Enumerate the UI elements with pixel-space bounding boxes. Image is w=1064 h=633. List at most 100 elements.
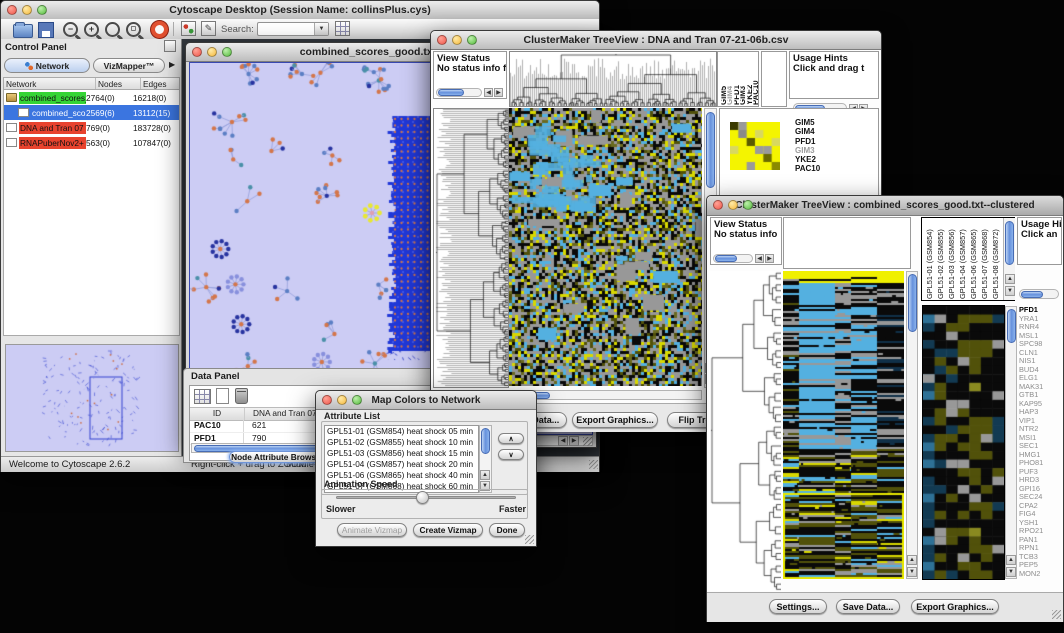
scroll-thumb[interactable] [481,428,490,454]
scroll-thumb[interactable] [706,112,715,188]
tv1-row-dendrogram[interactable] [433,108,509,388]
help-lifering-icon[interactable] [151,21,168,38]
tv1-status-scrollbar[interactable] [436,88,482,97]
tv1-h-scrollbar[interactable] [509,390,702,400]
network-tree-row[interactable]: combined_scores_2764(0)16218(0) [4,90,179,105]
zoom-window-icon[interactable] [222,47,232,57]
move-down-button[interactable]: ∨ [498,449,524,460]
zoom-out-icon[interactable]: − [63,22,78,37]
tv2-heatmap[interactable] [783,271,904,579]
scroll-thumb[interactable] [438,89,464,96]
id-column-header[interactable]: ID [190,408,245,420]
delete-attribute-icon[interactable] [235,388,248,404]
new-attribute-icon[interactable] [216,388,229,404]
close-icon[interactable] [713,200,723,210]
scroll-up-icon[interactable]: ▲ [1006,555,1016,565]
main-title-bar[interactable]: Cytoscape Desktop (Session Name: collins… [1,1,599,20]
col-edges[interactable]: Edges [141,78,179,89]
scroll-up-icon[interactable]: ▲ [480,470,490,480]
tv2-usage-scrollbar[interactable] [1019,289,1059,299]
minimize-icon[interactable] [22,5,32,15]
zoom-in-icon[interactable]: + [84,22,99,37]
tv1-column-dendrogram[interactable] [509,51,717,107]
tv1-correlation-matrix[interactable] [730,122,780,170]
treeview1-title-bar[interactable]: ClusterMaker TreeView : DNA and Tran 07-… [431,31,881,50]
export-graphics-button[interactable]: Export Graphics... [572,412,658,428]
scroll-right-icon[interactable]: ▶ [765,254,774,263]
minimize-icon[interactable] [337,395,347,405]
zoom-window-icon[interactable] [743,200,753,210]
scroll-left-icon[interactable]: ◀ [755,254,764,263]
network-tree-row[interactable]: RNAPuberNov2+563(0)107847(0) [4,135,179,150]
vizmapper-shortcut-icon[interactable] [181,21,196,36]
settings-button[interactable]: Settings... [769,599,827,614]
zoom-window-icon[interactable] [37,5,47,15]
dialog-resize-grip[interactable] [525,535,534,544]
attribute-list-scrollbar[interactable]: ▲ ▼ [479,425,492,493]
zoom-window-icon[interactable] [352,395,362,405]
tv2-zoom-heatmap[interactable] [923,306,1004,579]
zoom-selected-icon[interactable]: ▢ [126,22,141,37]
move-up-button[interactable]: ∧ [498,433,524,444]
scroll-up-icon[interactable]: ▲ [907,555,917,565]
tv2-v-scrollbar[interactable]: ▲ ▼ [906,271,918,579]
scroll-down-icon[interactable]: ▼ [1006,567,1016,577]
save-data-button[interactable]: Save Data... [836,599,900,614]
close-icon[interactable] [7,5,17,15]
table-mode-icon[interactable] [194,389,211,404]
col-nodes[interactable]: Nodes [96,78,141,89]
scroll-up-icon[interactable]: ▲ [1005,274,1015,284]
scroll-right-icon[interactable]: ▶ [494,88,503,97]
scroll-thumb[interactable] [1005,221,1014,265]
scroll-right-icon[interactable]: ▶ [569,436,579,446]
done-button[interactable]: Done [489,523,525,537]
minimize-icon[interactable] [452,35,462,45]
node-attribute-browser-button[interactable]: Node Attribute Browser [229,451,326,463]
tv2-labels-scrollbar[interactable]: ▲ ▼ [1003,218,1015,300]
create-vizmap-button[interactable]: Create Vizmap [413,523,483,537]
scroll-left-icon[interactable]: ◀ [558,436,568,446]
treeview2-title-bar[interactable]: ClusterMaker TreeView : combined_scores_… [707,196,1063,216]
tab-network[interactable]: Network [4,58,90,73]
tv2-array-tree-area[interactable] [783,217,911,269]
col-network[interactable]: Network [4,78,96,89]
close-icon[interactable] [437,35,447,45]
network-resize-grip[interactable] [583,437,592,446]
network-overview-thumbnail[interactable] [5,344,179,452]
animate-vizmap-button[interactable]: Animate Vizmap [337,523,407,537]
save-session-icon[interactable] [38,22,54,38]
attribute-editor-icon[interactable] [335,21,350,36]
zoom-window-icon[interactable] [467,35,477,45]
attribute-list-item[interactable]: GPL51-03 (GSM856) heat shock 15 min [325,448,478,459]
network-tree-row[interactable]: combined_sco2569(6)13112(15) [4,105,179,120]
tv1-heatmap[interactable] [509,108,702,386]
dialog-title-bar[interactable]: Map Colors to Network [316,391,536,410]
attribute-list-item[interactable]: GPL51-04 (GSM857) heat shock 20 min [325,459,478,470]
close-icon[interactable] [322,395,332,405]
search-dropdown-icon[interactable]: ▼ [314,23,328,35]
close-icon[interactable] [192,47,202,57]
network-tree-row[interactable]: DNA and Tran 07769(0)183728(0) [4,120,179,135]
tab-vizmapper[interactable]: VizMapper™ [93,58,165,73]
tv2-zoom-scrollbar[interactable]: ▲ ▼ [1005,306,1017,579]
annotation-icon[interactable]: ✎ [201,21,216,36]
scroll-thumb[interactable] [1007,309,1016,343]
scroll-down-icon[interactable]: ▼ [1005,286,1015,296]
tv2-status-scrollbar[interactable] [713,254,753,263]
scroll-down-icon[interactable]: ▼ [907,567,917,577]
export-graphics-button[interactable]: Export Graphics... [911,599,999,614]
float-panel-icon[interactable] [164,40,176,52]
scroll-thumb[interactable] [1021,291,1043,298]
main-resize-grip[interactable] [589,460,598,469]
scroll-thumb[interactable] [715,255,737,262]
tv2-row-dendrogram[interactable] [709,271,781,591]
scroll-thumb[interactable] [908,274,917,332]
search-input[interactable]: ▼ [257,22,329,36]
scroll-left-icon[interactable]: ◀ [484,88,493,97]
attribute-list-item[interactable]: GPL51-02 (GSM855) heat shock 10 min [325,437,478,448]
tab-overflow-arrow[interactable]: ▶ [169,60,175,69]
zoom-fit-icon[interactable] [105,22,120,37]
speed-slider-thumb[interactable] [416,491,429,504]
tv2-resize-grip[interactable] [1052,610,1061,619]
minimize-icon[interactable] [728,200,738,210]
